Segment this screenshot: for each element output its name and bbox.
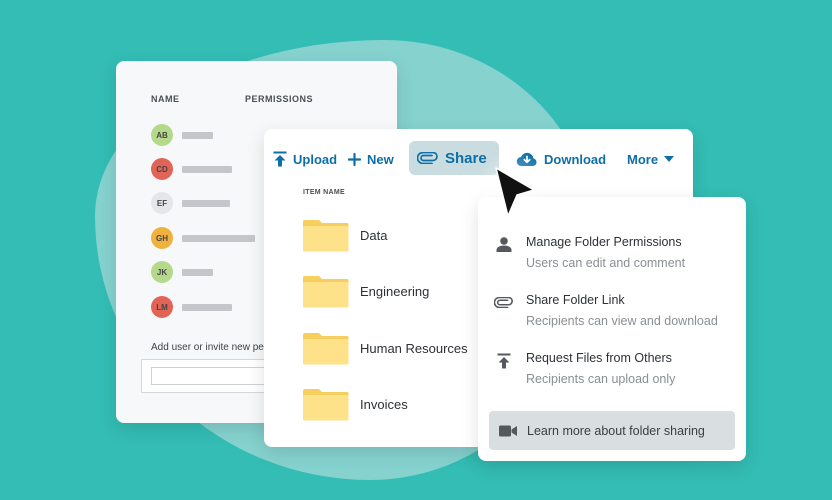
permissions-column-header: PERMISSIONS bbox=[245, 94, 314, 104]
upload-icon bbox=[273, 151, 287, 167]
upload-label: Upload bbox=[293, 151, 338, 167]
user-row[interactable]: EF bbox=[151, 192, 230, 214]
user-name-placeholder bbox=[182, 268, 213, 276]
user-row[interactable]: GH bbox=[151, 227, 255, 249]
user-name-placeholder bbox=[182, 303, 232, 311]
avatar: AB bbox=[151, 124, 173, 146]
user-row[interactable]: CD bbox=[151, 158, 232, 180]
folder-name: Human Resources bbox=[360, 340, 468, 356]
video-camera-icon bbox=[499, 425, 517, 436]
menu-item-subtitle: Users can edit and comment bbox=[526, 256, 686, 270]
mouse-cursor-icon bbox=[495, 167, 535, 217]
folder-icon bbox=[303, 333, 349, 365]
user-row[interactable]: AB bbox=[151, 124, 213, 146]
menu-item-manage-permissions[interactable]: Manage Folder Permissions Users can edit… bbox=[494, 235, 685, 270]
folder-name: Invoices bbox=[360, 396, 408, 412]
item-name-column-header: ITEM NAME bbox=[303, 189, 345, 196]
menu-item-title: Manage Folder Permissions bbox=[526, 235, 682, 249]
add-user-label: Add user or invite new pe bbox=[151, 342, 264, 353]
learn-more-label: Learn more about folder sharing bbox=[527, 423, 705, 438]
plus-icon bbox=[348, 152, 361, 166]
share-label: Share bbox=[445, 149, 487, 167]
menu-item-request-files[interactable]: Request Files from Others Recipients can… bbox=[494, 351, 675, 386]
user-row[interactable]: LM bbox=[151, 296, 232, 318]
learn-more-button[interactable]: Learn more about folder sharing bbox=[489, 411, 735, 450]
caret-down-icon bbox=[664, 156, 675, 162]
avatar: JK bbox=[151, 261, 173, 283]
avatar: CD bbox=[151, 158, 173, 180]
folder-icon bbox=[303, 276, 349, 308]
paperclip-icon bbox=[494, 297, 513, 308]
share-menu: Manage Folder Permissions Users can edit… bbox=[478, 197, 746, 461]
user-name-placeholder bbox=[182, 199, 230, 207]
folder-row[interactable]: Human Resources bbox=[302, 331, 468, 365]
user-row[interactable]: JK bbox=[151, 261, 213, 283]
folder-name: Data bbox=[360, 227, 388, 243]
upload-arrow-icon bbox=[497, 353, 511, 369]
paperclip-icon bbox=[417, 152, 438, 164]
avatar: LM bbox=[151, 296, 173, 318]
download-label: Download bbox=[544, 151, 607, 167]
new-label: New bbox=[367, 151, 394, 167]
new-button[interactable]: New bbox=[348, 144, 394, 174]
menu-item-title: Request Files from Others bbox=[526, 351, 672, 365]
user-name-placeholder bbox=[182, 165, 232, 173]
avatar: GH bbox=[151, 227, 173, 249]
menu-item-subtitle: Recipients can view and download bbox=[526, 314, 718, 328]
user-name-placeholder bbox=[182, 131, 213, 139]
avatar: EF bbox=[151, 192, 173, 214]
folder-row[interactable]: Data bbox=[302, 218, 387, 252]
more-label: More bbox=[627, 151, 659, 167]
menu-item-title: Share Folder Link bbox=[526, 293, 625, 307]
user-name-placeholder bbox=[182, 234, 255, 242]
folder-icon bbox=[303, 220, 349, 252]
more-button[interactable]: More bbox=[627, 144, 675, 174]
person-icon bbox=[496, 237, 512, 252]
menu-item-share-link[interactable]: Share Folder Link Recipients can view an… bbox=[494, 293, 718, 328]
folder-icon bbox=[303, 389, 349, 421]
menu-item-subtitle: Recipients can upload only bbox=[526, 372, 676, 386]
name-column-header: NAME bbox=[151, 94, 180, 104]
upload-button[interactable]: Upload bbox=[273, 144, 337, 174]
folder-row[interactable]: Invoices bbox=[302, 387, 408, 421]
folder-name: Engineering bbox=[360, 283, 430, 299]
folder-row[interactable]: Engineering bbox=[302, 274, 429, 308]
